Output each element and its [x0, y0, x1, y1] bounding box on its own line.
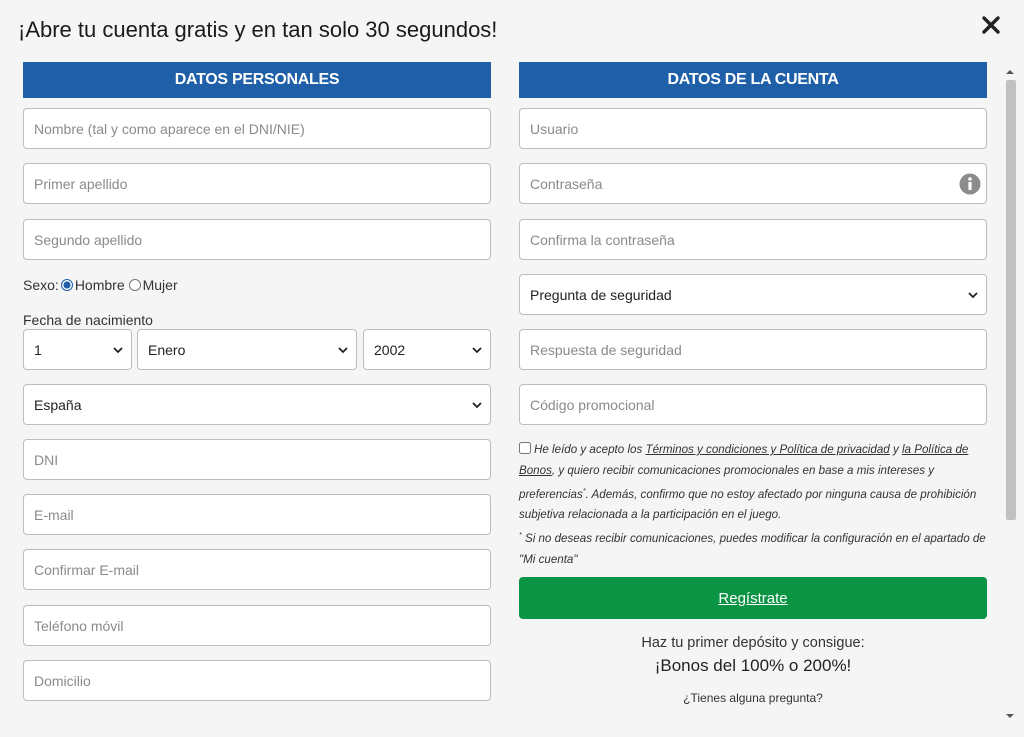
close-icon[interactable]	[980, 14, 1002, 36]
dia-select[interactable]: 1	[23, 329, 132, 370]
account-data-column: DATOS DE LA CUENTA Pregunta de seguridad…	[519, 62, 987, 712]
pais-select-wrapper: España	[23, 384, 491, 425]
help-question-link[interactable]: ¿Tienes alguna pregunta?	[519, 691, 987, 705]
account-data-header: DATOS DE LA CUENTA	[519, 62, 987, 98]
usuario-input[interactable]	[519, 108, 987, 149]
scrollbar-thumb[interactable]	[1006, 80, 1016, 520]
respuesta-seguridad-input[interactable]	[519, 329, 987, 370]
primer-apellido-input[interactable]	[23, 163, 491, 204]
fecha-nacimiento-label: Fecha de nacimiento	[23, 312, 153, 328]
terms-text: . Además, confirmo que no estoy afectado…	[519, 487, 977, 522]
terms-checkbox[interactable]	[519, 442, 531, 454]
anio-select[interactable]: 2002	[363, 329, 491, 370]
scrollbar[interactable]	[1003, 60, 1017, 718]
codigo-promocional-input[interactable]	[519, 384, 987, 425]
password-field-wrapper	[519, 163, 987, 204]
dia-select-wrapper: 1	[23, 329, 132, 370]
terms-block: He leído y acepto los Términos y condici…	[519, 440, 989, 571]
promo-bonus: ¡Bonos del 100% o 200%!	[654, 656, 852, 675]
scroll-up-icon[interactable]	[1006, 62, 1014, 74]
terms-link[interactable]: Términos y condiciones y Política de pri…	[646, 443, 890, 456]
pregunta-select-wrapper: Pregunta de seguridad	[519, 274, 987, 315]
sexo-hombre-radio[interactable]	[60, 279, 73, 291]
email-input[interactable]	[23, 494, 491, 535]
sexo-label: Sexo:	[23, 277, 59, 293]
pais-select[interactable]: España	[23, 384, 491, 425]
personal-data-column: DATOS PERSONALES Sexo: Hombre Mujer Fech…	[23, 62, 491, 712]
mes-select[interactable]: Enero	[137, 329, 357, 370]
sexo-mujer-label: Mujer	[142, 277, 178, 293]
sexo-hombre-label: Hombre	[74, 277, 125, 293]
terms-text: y	[889, 443, 902, 456]
personal-data-header: DATOS PERSONALES	[23, 62, 491, 98]
scroll-down-icon[interactable]	[1006, 706, 1014, 718]
terms-text: He leído y acepto los	[534, 443, 646, 456]
confirm-email-input[interactable]	[23, 549, 491, 590]
modal-title: ¡Abre tu cuenta gratis y en tan solo 30 …	[18, 17, 498, 42]
register-button[interactable]: Regístrate	[519, 577, 987, 619]
sexo-mujer-radio[interactable]	[128, 279, 141, 291]
sexo-group: Sexo: Hombre Mujer	[23, 276, 178, 294]
confirm-password-input[interactable]	[519, 219, 987, 260]
info-icon[interactable]	[959, 173, 981, 195]
nombre-input[interactable]	[23, 108, 491, 149]
terms-note: Si no deseas recibir comunicaciones, pue…	[519, 531, 986, 566]
mes-select-wrapper: Enero	[137, 329, 357, 370]
promo-line: Haz tu primer depósito y consigue:	[641, 635, 865, 651]
telefono-input[interactable]	[23, 605, 491, 646]
password-input[interactable]	[519, 163, 987, 204]
anio-select-wrapper: 2002	[363, 329, 491, 370]
domicilio-input[interactable]	[23, 660, 491, 701]
pregunta-seguridad-select[interactable]: Pregunta de seguridad	[519, 274, 987, 315]
dni-input[interactable]	[23, 439, 491, 480]
segundo-apellido-input[interactable]	[23, 219, 491, 260]
